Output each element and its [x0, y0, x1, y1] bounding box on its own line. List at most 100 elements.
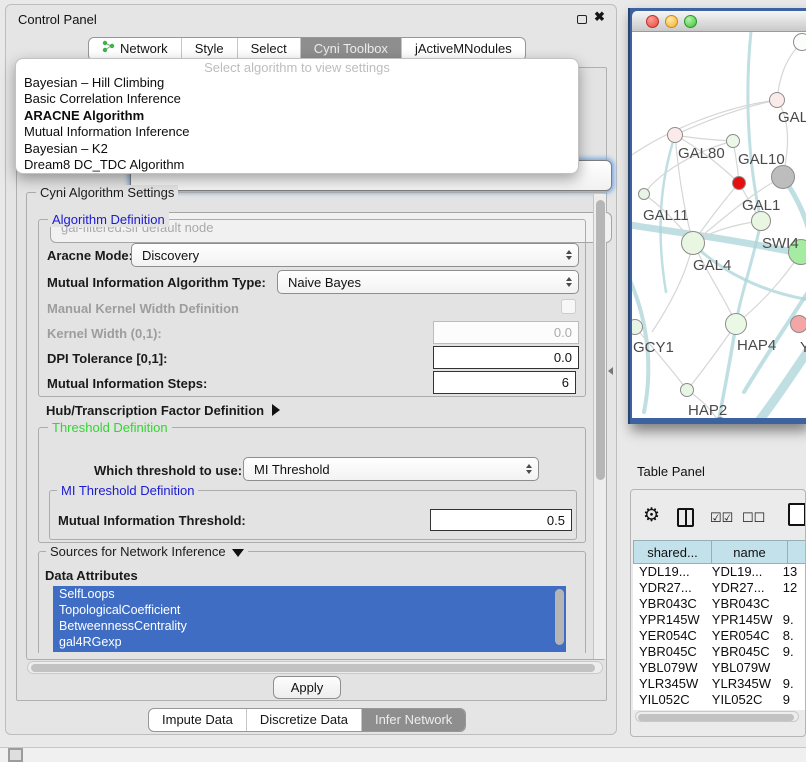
- columns-icon[interactable]: [677, 508, 694, 527]
- table-column-header[interactable]: name: [711, 540, 787, 564]
- attributes-scrollbar-thumb[interactable]: [555, 589, 564, 645]
- apply-button[interactable]: Apply: [273, 676, 341, 699]
- table-cell: YLR345W: [706, 676, 777, 692]
- attribute-list-item[interactable]: BetweennessCentrality: [53, 618, 566, 634]
- network-node-label: HAP4: [737, 337, 776, 354]
- algorithm-option[interactable]: Mutual Information Inference: [16, 124, 578, 140]
- table-row[interactable]: YLR345WYLR345W9.: [633, 676, 805, 692]
- table-cell: [777, 596, 805, 612]
- network-node[interactable]: [680, 383, 694, 397]
- dpi-tolerance-field[interactable]: 0.0: [433, 346, 579, 369]
- table-cell: YDL19...: [633, 564, 706, 580]
- network-window-titlebar[interactable]: [632, 11, 806, 32]
- settings-scrollbar-thumb[interactable]: [596, 200, 605, 480]
- table-cell: 9.: [777, 676, 805, 692]
- tab-infer-network[interactable]: Infer Network: [362, 709, 465, 731]
- close-traffic-light[interactable]: [646, 15, 659, 28]
- tab-network[interactable]: Network: [89, 38, 182, 60]
- which-threshold-label: Which threshold to use:: [94, 463, 242, 478]
- network-node-label: GAL80: [678, 145, 725, 162]
- table-hscrollbar-track[interactable]: [635, 711, 799, 722]
- table-cell: 9.: [777, 644, 805, 660]
- checked-checkbox-icon[interactable]: ☑☑: [710, 511, 733, 524]
- collapsed-panel-icon[interactable]: [8, 748, 23, 762]
- table-row[interactable]: YBR045CYBR045C9.: [633, 644, 805, 660]
- network-node-label: GAL: [778, 109, 806, 126]
- mi-steps-field[interactable]: 6: [433, 371, 576, 394]
- table-row[interactable]: YDR27...YDR27...12: [633, 580, 805, 596]
- algorithm-option[interactable]: Bayesian – K2: [16, 141, 578, 157]
- tab-jactivemnodules[interactable]: jActiveMNodules: [402, 38, 525, 60]
- table-row[interactable]: YBL079WYBL079W: [633, 660, 805, 676]
- network-node[interactable]: [771, 165, 795, 189]
- sources-title: Sources for Network Inference: [50, 544, 226, 559]
- splitter-handle[interactable]: [608, 367, 613, 375]
- close-icon[interactable]: ✖: [594, 9, 605, 25]
- mi-threshold-value: 0.5: [547, 513, 565, 528]
- table-cell: 12: [777, 580, 805, 596]
- table-row[interactable]: YPR145WYPR145W9.: [633, 612, 805, 628]
- float-window-icon[interactable]: [577, 15, 587, 24]
- aracne-mode-combo[interactable]: Discovery: [131, 243, 579, 267]
- mi-type-combo[interactable]: Naive Bayes: [277, 270, 579, 294]
- mi-steps-label: Mutual Information Steps:: [47, 376, 207, 391]
- network-node[interactable]: [732, 176, 746, 190]
- gear-icon[interactable]: ⚙: [643, 506, 660, 525]
- hub-definition-toggle[interactable]: Hub/Transcription Factor Definition: [46, 403, 280, 418]
- tab-label: Impute Data: [162, 709, 233, 731]
- threshold-definition-title: Threshold Definition: [48, 420, 172, 435]
- network-node[interactable]: [726, 134, 740, 148]
- algorithm-definition-title: Algorithm Definition: [48, 212, 169, 227]
- table-row[interactable]: YBR043CYBR043C: [633, 596, 805, 612]
- network-node[interactable]: [725, 313, 747, 335]
- tab-style[interactable]: Style: [182, 38, 238, 60]
- attribute-list-item[interactable]: TopologicalCoefficient: [53, 602, 566, 618]
- network-node[interactable]: [667, 127, 683, 143]
- table-row[interactable]: YIL052CYIL052C9: [633, 692, 805, 708]
- settings-hscrollbar-thumb[interactable]: [31, 664, 595, 672]
- network-node[interactable]: [793, 33, 806, 51]
- network-node[interactable]: [681, 231, 705, 255]
- which-threshold-combo[interactable]: MI Threshold: [243, 457, 539, 481]
- attribute-list-item[interactable]: SelfLoops: [53, 586, 566, 602]
- tab-impute-data[interactable]: Impute Data: [149, 709, 247, 731]
- dpi-tolerance-label: DPI Tolerance [0,1]:: [47, 351, 167, 366]
- manual-kernel-label: Manual Kernel Width Definition: [47, 301, 239, 316]
- combo-stepper-icon: [566, 250, 572, 260]
- algorithm-option[interactable]: Basic Correlation Inference: [16, 91, 578, 107]
- minimize-traffic-light[interactable]: [665, 15, 678, 28]
- network-node[interactable]: [751, 211, 771, 231]
- table-panel-title: Table Panel: [637, 464, 705, 479]
- network-node[interactable]: [790, 315, 806, 333]
- network-node[interactable]: [769, 92, 785, 108]
- sources-title-toggle[interactable]: Sources for Network Inference: [46, 544, 248, 559]
- tab-cyni-toolbox[interactable]: Cyni Toolbox: [301, 38, 402, 60]
- table-cell: YPR145W: [706, 612, 777, 628]
- attribute-list-item[interactable]: gal4RGexp: [53, 634, 566, 650]
- table-column-header[interactable]: shared...: [633, 540, 711, 564]
- table-cell: YLR345W: [633, 676, 706, 692]
- network-node-label: HAP2: [688, 402, 727, 418]
- algorithm-option[interactable]: Dream8 DC_TDC Algorithm: [16, 157, 578, 173]
- unchecked-checkbox-icon[interactable]: ☐☐: [742, 511, 765, 524]
- algorithm-option[interactable]: Bayesian – Hill Climbing: [16, 75, 578, 91]
- tab-select[interactable]: Select: [238, 38, 301, 60]
- table-hscrollbar-thumb[interactable]: [638, 714, 794, 721]
- settings-scrollbar-track[interactable]: [593, 194, 606, 659]
- network-node[interactable]: [638, 188, 650, 200]
- algorithm-option[interactable]: ARACNE Algorithm: [16, 108, 578, 124]
- document-icon[interactable]: [788, 503, 806, 526]
- table-cell: YBL079W: [706, 660, 777, 676]
- tab-discretize-data[interactable]: Discretize Data: [247, 709, 362, 731]
- settings-hscrollbar-track[interactable]: [27, 661, 603, 674]
- network-icon: [102, 38, 115, 60]
- table-column-header[interactable]: [787, 540, 806, 564]
- combo-stepper-icon: [526, 464, 532, 474]
- network-canvas[interactable]: GALGAL80GAL10GAL11GAL1SWI4GAL4GCY1HAP4YH…: [632, 32, 806, 418]
- zoom-traffic-light[interactable]: [684, 15, 697, 28]
- tab-label: Infer Network: [375, 709, 452, 731]
- table-row[interactable]: YER054CYER054C8.: [633, 628, 805, 644]
- mi-threshold-field[interactable]: 0.5: [430, 509, 572, 531]
- table-row[interactable]: YDL19...YDL19...13: [633, 564, 805, 580]
- table-cell: YBR045C: [633, 644, 706, 660]
